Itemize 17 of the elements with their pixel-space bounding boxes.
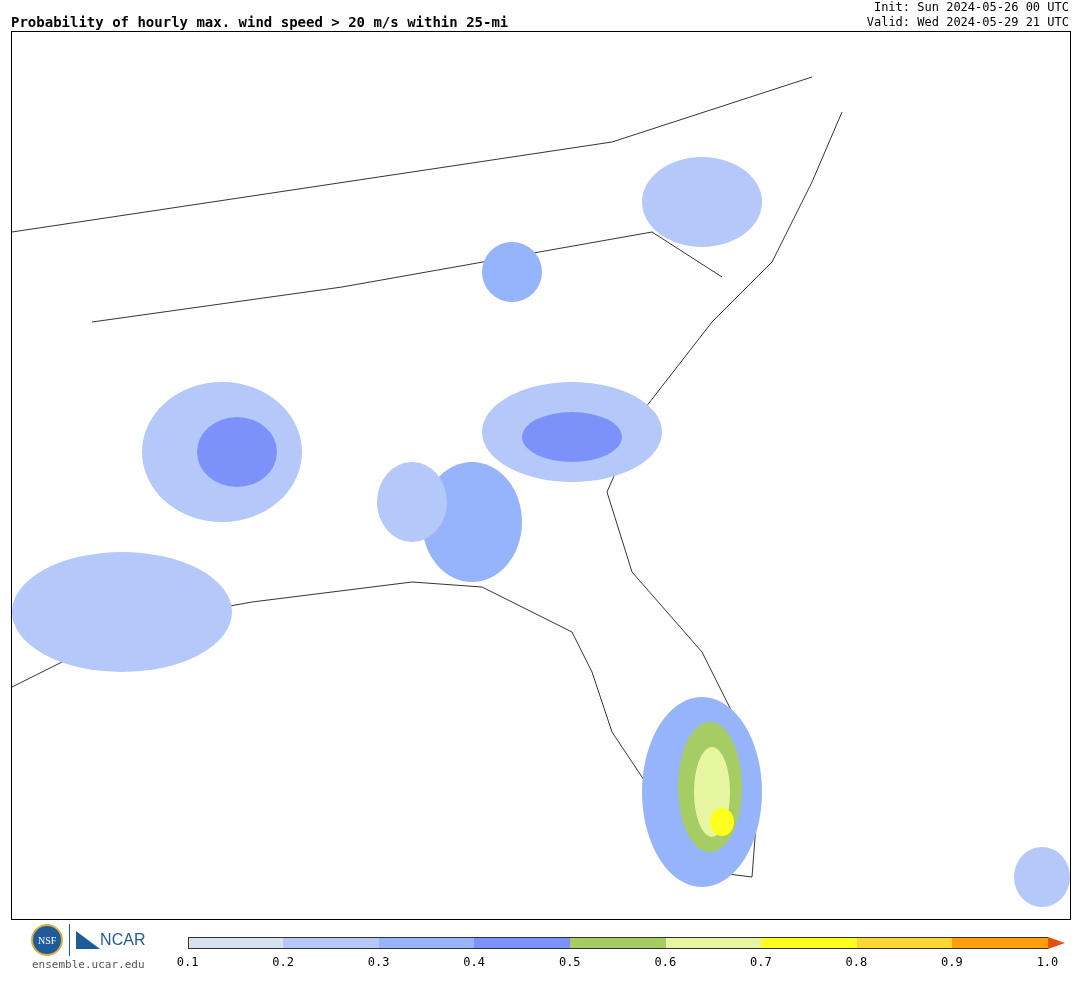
colorbar-tick-label: 0.6 xyxy=(653,955,678,969)
chart-title: Probability of hourly max. wind speed > 20 m/s within 25-mi xyxy=(11,14,509,30)
colorbar-tick-label: 0.8 xyxy=(844,955,869,969)
triangle-icon xyxy=(76,931,101,949)
colorbar-tick-label: 0.5 xyxy=(557,955,582,969)
colorbar-tick-label: 0.1 xyxy=(175,955,200,969)
ncar-logo: NCAR xyxy=(100,931,146,949)
colorbar-tick-label: 0.9 xyxy=(940,955,964,969)
colorbar-tick-label: 1.0 xyxy=(1035,955,1060,969)
colorbar-tick-label: 0.7 xyxy=(749,955,773,969)
colorbar-tick-label: 0.4 xyxy=(462,955,487,969)
init-time: Init: Sun 2024-05-26 00 UTC xyxy=(873,0,1069,15)
colorbar-tick-label: 0.3 xyxy=(366,955,391,969)
valid-time: Valid: Wed 2024-05-29 21 UTC xyxy=(866,15,1069,30)
site-url: ensemble.ucar.edu xyxy=(32,958,145,971)
nsf-logo: NSF xyxy=(31,924,64,956)
colorbar-tick-label: 0.2 xyxy=(271,955,295,969)
